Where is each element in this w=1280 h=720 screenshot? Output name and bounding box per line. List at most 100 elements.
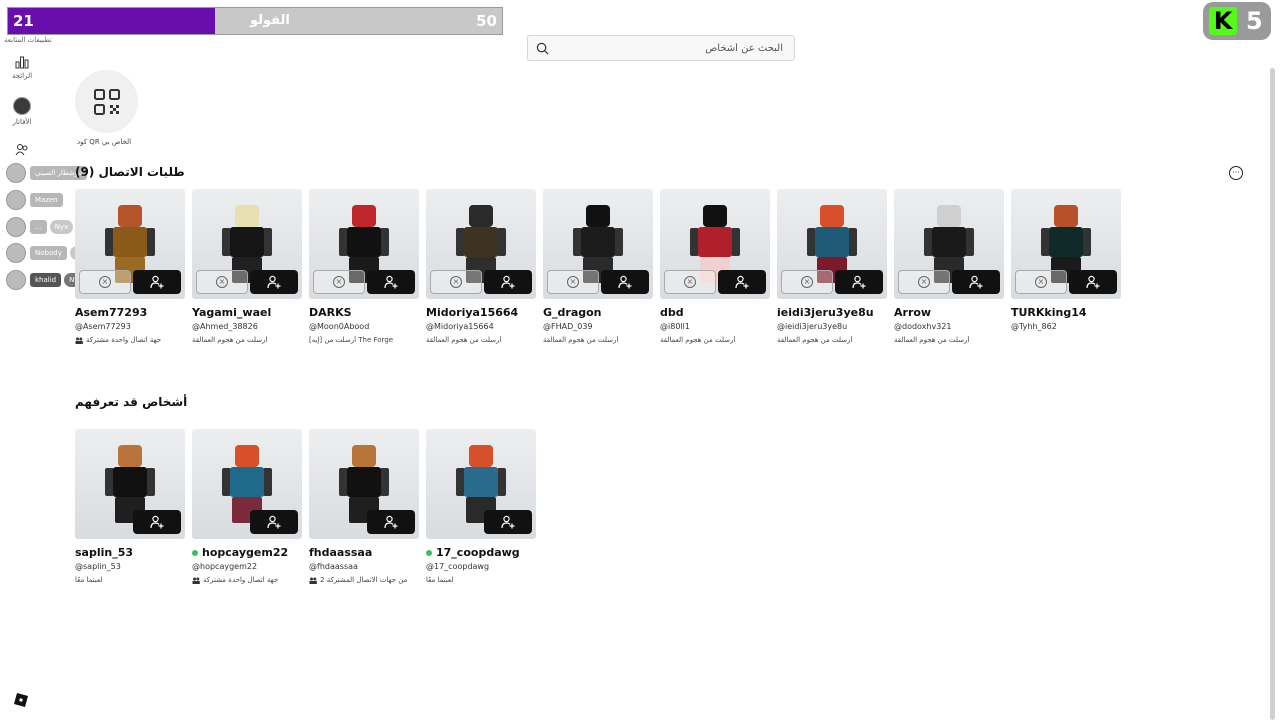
- add-friend-button[interactable]: [133, 510, 181, 534]
- user-display-name[interactable]: ieidi3jeru3ye8u: [777, 306, 887, 319]
- user-meta-text: أرسلت من هجوم العمالقة: [777, 336, 853, 344]
- user-handle: @dodoxhv321: [894, 322, 952, 331]
- avatar-thumbnail[interactable]: ×: [894, 189, 1004, 299]
- add-friend-button[interactable]: [367, 510, 415, 534]
- user-meta: أرسلت من هجوم العمالقة: [777, 336, 887, 344]
- more-options-icon[interactable]: ···: [1229, 166, 1243, 180]
- user-card[interactable]: fhdaassaa @fhdaassaa 2 من جهات الاتصال الم…: [309, 429, 419, 584]
- user-display-name-text: fhdaassaa: [309, 546, 373, 559]
- add-friend-button[interactable]: [718, 270, 766, 294]
- avatar-icon: [13, 97, 31, 115]
- user-card[interactable]: × Midoriya15664 @Midoriya15664 أرسلت من هجو…: [426, 189, 536, 344]
- add-friend-button[interactable]: [601, 270, 649, 294]
- user-display-name[interactable]: Midoriya15664: [426, 306, 536, 319]
- user-card[interactable]: × ieidi3jeru3ye8u @ieidi3jeru3ye8u أرسلت من…: [777, 189, 887, 344]
- add-friend-button[interactable]: [1069, 270, 1117, 294]
- user-meta: أرسلت من هجوم العمالقة: [894, 336, 1004, 344]
- decline-button[interactable]: ×: [1015, 270, 1067, 294]
- user-display-name[interactable]: Arrow: [894, 306, 1004, 319]
- add-friend-button[interactable]: [835, 270, 883, 294]
- user-card[interactable]: × Yagami_wael @Ahmed_38826 أرسلت من هجوم ال…: [192, 189, 302, 344]
- user-display-name[interactable]: dbd: [660, 306, 770, 319]
- user-display-name[interactable]: saplin_53: [75, 546, 185, 559]
- close-circle-icon: ×: [684, 276, 696, 288]
- user-handle: @17_coopdawg: [426, 562, 490, 571]
- user-card[interactable]: × dbd @i80ll1 أرسلت من هجوم العمالقة: [660, 189, 770, 344]
- nav-item-trending[interactable]: الرائجة: [6, 56, 38, 80]
- stream-name: khalid: [30, 273, 62, 287]
- user-card[interactable]: 17_coopdawg @17_coopdawg لعبتما معًا: [426, 429, 536, 584]
- avatar-thumbnail[interactable]: ×: [309, 189, 419, 299]
- avatar-thumbnail[interactable]: ×: [660, 189, 770, 299]
- avatar-thumbnail[interactable]: [309, 429, 419, 539]
- add-friend-button[interactable]: [484, 270, 532, 294]
- user-handle: @i80ll1: [660, 322, 690, 331]
- user-display-name[interactable]: G_dragon: [543, 306, 653, 319]
- user-display-name[interactable]: DARKS: [309, 306, 419, 319]
- user-card[interactable]: × G_dragon @FHAD_039 أرسلت من هجوم العمالقة: [543, 189, 653, 344]
- user-display-name[interactable]: fhdaassaa: [309, 546, 419, 559]
- decline-button[interactable]: ×: [430, 270, 482, 294]
- user-card[interactable]: × Asem77293 @Asem77293 جهة اتصال واحدة مشتر…: [75, 189, 185, 344]
- user-display-name-text: saplin_53: [75, 546, 134, 559]
- user-display-name[interactable]: 17_coopdawg: [426, 546, 536, 559]
- user-meta: لعبتما معًا: [426, 576, 536, 584]
- add-friend-button[interactable]: [484, 510, 532, 534]
- avatar-thumbnail[interactable]: ×: [1011, 189, 1121, 299]
- user-handle: @FHAD_039: [543, 322, 593, 331]
- user-display-name[interactable]: Asem77293: [75, 306, 185, 319]
- avatar-thumbnail[interactable]: ×: [426, 189, 536, 299]
- decline-button[interactable]: ×: [781, 270, 833, 294]
- user-display-name-text: hopcaygem22: [202, 546, 289, 559]
- decline-button[interactable]: ×: [79, 270, 131, 294]
- avatar-thumbnail[interactable]: [192, 429, 302, 539]
- user-handle: @Midoriya15664: [426, 322, 494, 331]
- page-scrollbar[interactable]: [1270, 68, 1275, 720]
- user-card[interactable]: hopcaygem22 @hopcaygem22 جهة اتصال واحدة م…: [192, 429, 302, 584]
- add-friend-icon: [618, 275, 632, 289]
- user-card[interactable]: × Arrow @dodoxhv321 أرسلت من هجوم العمالقة: [894, 189, 1004, 344]
- avatar-thumbnail[interactable]: ×: [543, 189, 653, 299]
- decline-button[interactable]: ×: [313, 270, 365, 294]
- user-handle: @Tyhh_862: [1011, 322, 1057, 331]
- decline-button[interactable]: ×: [196, 270, 248, 294]
- nav-item-friends[interactable]: [6, 143, 38, 156]
- avatar-thumbnail[interactable]: [75, 429, 185, 539]
- user-display-name[interactable]: hopcaygem22: [192, 546, 302, 559]
- avatar-thumbnail[interactable]: ×: [777, 189, 887, 299]
- decline-button[interactable]: ×: [547, 270, 599, 294]
- add-friend-button[interactable]: [367, 270, 415, 294]
- qr-code-label: كود QR الخاص بي: [77, 138, 132, 146]
- user-display-name-text: Midoriya15664: [426, 306, 519, 319]
- avatar-thumbnail[interactable]: ×: [75, 189, 185, 299]
- user-meta-text: أرسلت من هجوم العمالقة: [660, 336, 736, 344]
- user-meta: لعبتما معًا: [75, 576, 185, 584]
- user-meta: جهة اتصال واحدة مشتركة: [192, 576, 302, 584]
- avatar-thumbnail[interactable]: ×: [192, 189, 302, 299]
- user-display-name[interactable]: TURKking14: [1011, 306, 1121, 319]
- user-card[interactable]: × DARKS @Moon0Abood أرسلت من [إيه] The Forg…: [309, 189, 419, 344]
- add-friend-button[interactable]: [952, 270, 1000, 294]
- close-circle-icon: ×: [801, 276, 813, 288]
- search-bar[interactable]: [527, 35, 795, 61]
- decline-button[interactable]: ×: [664, 270, 716, 294]
- search-input[interactable]: [553, 42, 783, 54]
- stream-item[interactable]: Mazen: [6, 190, 63, 210]
- chart-icon: [15, 56, 29, 69]
- nav-item-avatar[interactable]: الأفاتار: [6, 97, 38, 126]
- stream-tag: Nyx: [49, 220, 74, 234]
- people-icon: [309, 577, 317, 584]
- user-card[interactable]: × TURKking14 @Tyhh_862: [1011, 189, 1121, 344]
- nav-item-label: الأفاتار: [12, 118, 32, 126]
- user-display-name[interactable]: Yagami_wael: [192, 306, 302, 319]
- close-circle-icon: ×: [450, 276, 462, 288]
- roblox-logo-icon[interactable]: [14, 693, 28, 707]
- avatar-thumbnail[interactable]: [426, 429, 536, 539]
- add-friend-button[interactable]: [133, 270, 181, 294]
- add-friend-button[interactable]: [250, 510, 298, 534]
- qr-code-button[interactable]: [75, 70, 138, 133]
- add-friend-button[interactable]: [250, 270, 298, 294]
- decline-button[interactable]: ×: [898, 270, 950, 294]
- stream-item[interactable]: ... Nyx: [6, 217, 74, 237]
- user-card[interactable]: saplin_53 @saplin_53 لعبتما معًا: [75, 429, 185, 584]
